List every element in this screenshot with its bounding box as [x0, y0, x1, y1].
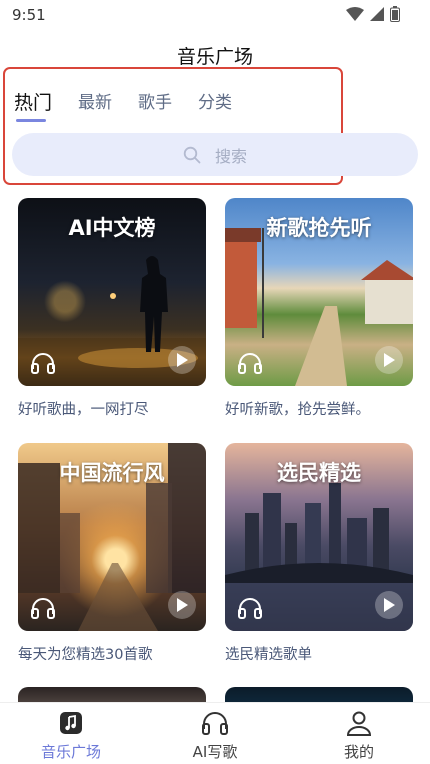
nav-music-square[interactable]: 音乐广场: [16, 709, 126, 762]
playlist-card[interactable]: 中国流行风 每天为您精选30首歌: [18, 443, 206, 664]
headphones-icon: [160, 709, 270, 737]
nav-profile[interactable]: 我的: [304, 709, 414, 762]
tab-categories[interactable]: 分类: [198, 88, 232, 122]
playlist-card[interactable]: AI中文榜 好听歌曲，一网打尽: [18, 198, 206, 419]
playlist-title: 选民精选: [277, 461, 361, 485]
person-icon: [304, 709, 414, 737]
play-button[interactable]: [168, 591, 196, 619]
play-icon: [177, 353, 188, 367]
tab-bar: 热门 最新 歌手 分类: [14, 88, 258, 122]
playlist-description: 每天为您精选30首歌: [18, 647, 153, 663]
nav-label: 音乐广场: [40, 743, 101, 761]
headphones-icon: [238, 598, 262, 619]
nav-ai-write[interactable]: AI写歌: [160, 709, 270, 762]
playlist-description: 选民精选歌单: [225, 647, 312, 663]
headphones-icon: [238, 353, 262, 374]
play-button[interactable]: [375, 591, 403, 619]
search-input[interactable]: 搜索: [12, 133, 418, 176]
headphones-icon: [31, 598, 55, 619]
headphones-icon: [31, 353, 55, 374]
play-button[interactable]: [375, 346, 403, 374]
signal-icon: [370, 7, 384, 21]
playlist-title: 新歌抢先听: [266, 216, 372, 240]
tab-hot[interactable]: 热门: [14, 88, 52, 122]
page-title: 音乐广场: [176, 46, 253, 68]
playlist-card[interactable]: 选民精选 选民精选歌单: [225, 443, 413, 664]
playlist-title: AI中文榜: [68, 216, 156, 240]
play-icon: [384, 353, 395, 367]
status-time: 9:51: [12, 6, 46, 24]
tab-latest[interactable]: 最新: [78, 88, 112, 122]
nav-label: AI写歌: [192, 743, 238, 761]
tab-singers[interactable]: 歌手: [138, 88, 172, 122]
status-bar: 9:51: [0, 0, 430, 30]
bottom-nav: 音乐广场 AI写歌 我的: [0, 702, 430, 764]
playlist-cover[interactable]: 中国流行风: [18, 443, 206, 631]
play-icon: [177, 598, 188, 612]
battery-icon: [390, 6, 400, 22]
play-icon: [384, 598, 395, 612]
search-icon: [183, 146, 201, 163]
playlist-cover[interactable]: 新歌抢先听: [225, 198, 413, 386]
play-button[interactable]: [168, 346, 196, 374]
playlist-cover[interactable]: AI中文榜: [18, 198, 206, 386]
nav-label: 我的: [343, 743, 374, 761]
playlist-card[interactable]: 新歌抢先听 好听新歌，抢先尝鲜。: [225, 198, 413, 419]
playlist-title: 中国流行风: [59, 461, 165, 485]
search-placeholder: 搜索: [214, 146, 247, 166]
wifi-icon: [346, 7, 364, 21]
music-note-icon: [16, 709, 126, 737]
playlist-cover[interactable]: 选民精选: [225, 443, 413, 631]
playlist-description: 好听新歌，抢先尝鲜。: [225, 402, 370, 418]
playlist-description: 好听歌曲，一网打尽: [18, 402, 149, 418]
